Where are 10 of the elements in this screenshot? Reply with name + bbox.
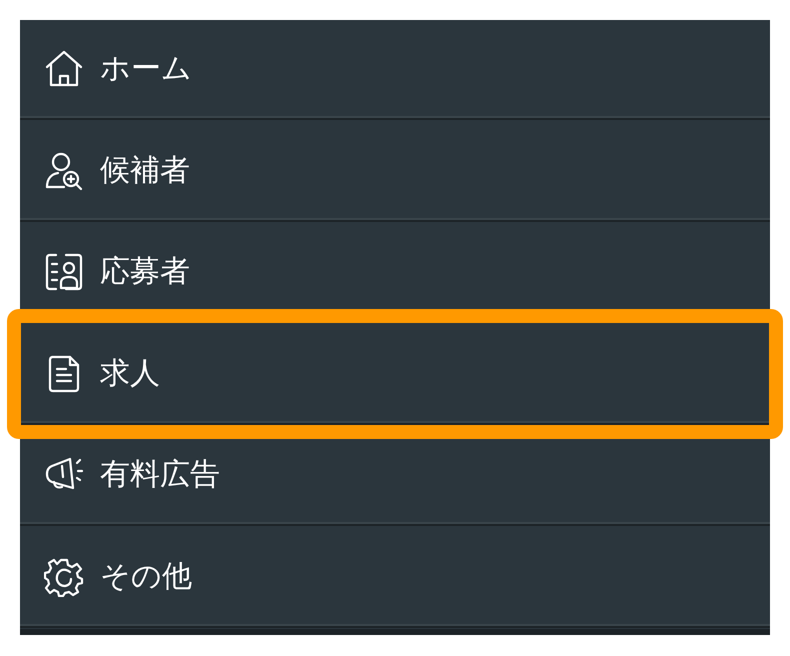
menu-item[interactable]: 候補者 <box>20 122 770 222</box>
menu-item[interactable]: その他 <box>20 528 770 628</box>
menu-item[interactable]: 応募者 <box>20 223 770 323</box>
settings-icon <box>44 556 84 596</box>
person-list-icon <box>44 252 84 292</box>
menu-item[interactable]: ホーム <box>20 20 770 120</box>
menu-item[interactable]: 求人 <box>20 324 770 424</box>
home-icon <box>44 49 84 89</box>
person-search-icon <box>44 150 84 190</box>
menu-item[interactable]: 有料広告 <box>20 426 770 526</box>
